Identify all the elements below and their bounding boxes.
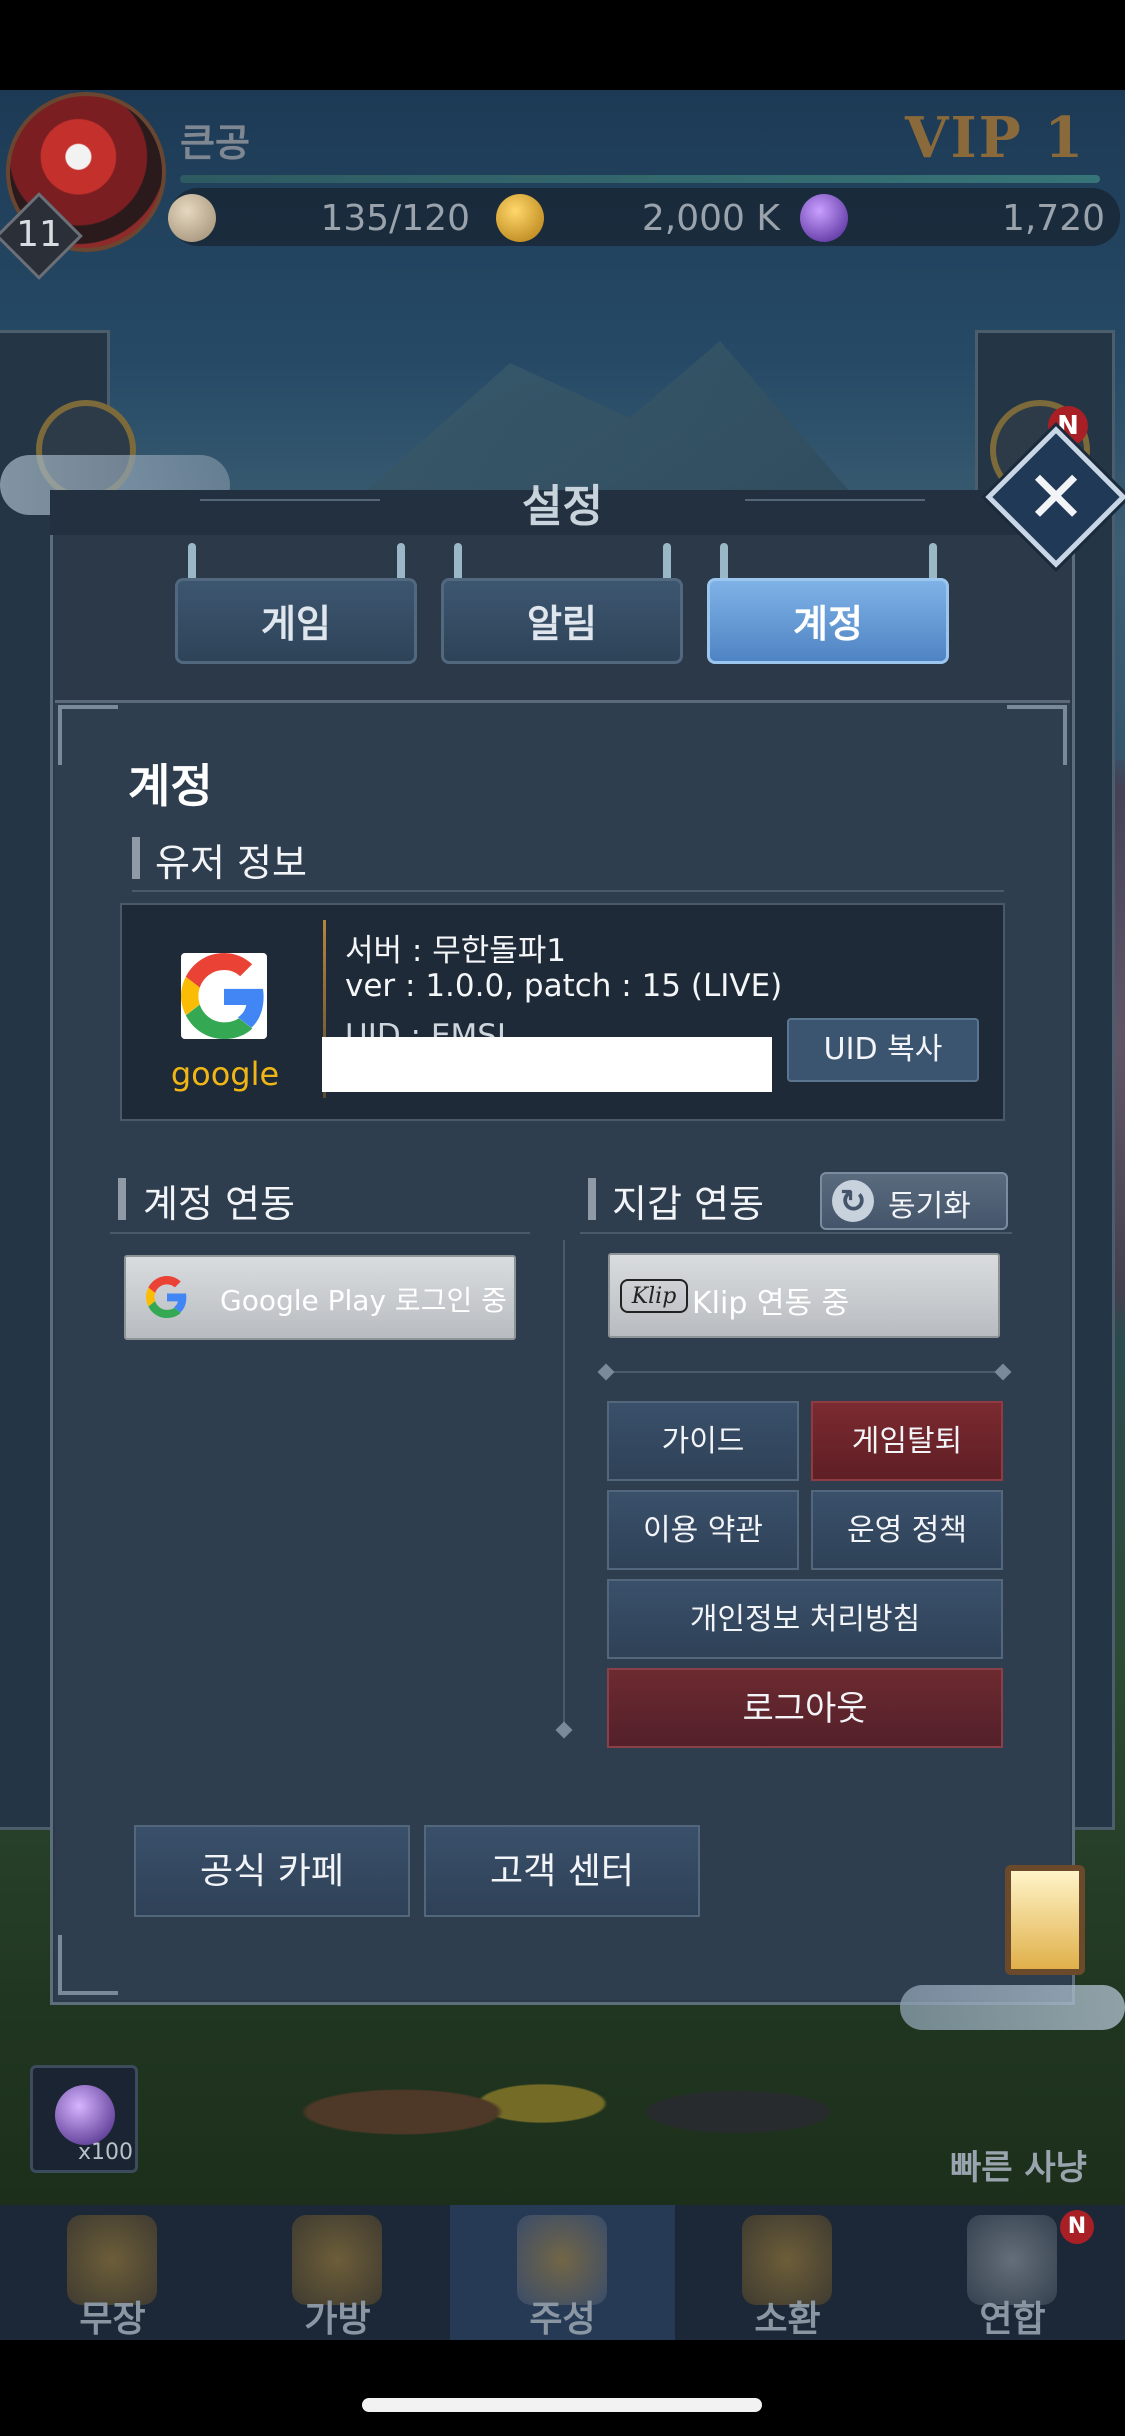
- logout-button[interactable]: 로그아웃: [607, 1668, 1003, 1748]
- provider-label: google: [170, 1055, 280, 1093]
- title-ornament: [745, 499, 925, 501]
- customer-center-button[interactable]: 고객 센터: [424, 1825, 700, 1917]
- divider: [110, 1232, 530, 1234]
- subsection-marker: [588, 1178, 596, 1220]
- uid-redaction: [322, 1037, 772, 1092]
- corner-ornament: [58, 1935, 118, 1995]
- divider: [132, 890, 1004, 892]
- google-icon: [181, 953, 264, 1039]
- nav-item-alliance[interactable]: 연합: [900, 2290, 1125, 2342]
- column-divider: [563, 1240, 565, 1730]
- vip-level[interactable]: VIP 1: [905, 105, 1085, 171]
- item-count: x100: [78, 2140, 134, 2165]
- gold-coin-icon: [496, 194, 544, 242]
- account-link-title: 계정 연동: [143, 1182, 295, 1226]
- nav-item-bag[interactable]: 가방: [225, 2290, 450, 2342]
- sync-label[interactable]: 동기화: [888, 1181, 971, 1225]
- corner-ornament: [1007, 705, 1067, 765]
- refresh-icon[interactable]: ↻: [832, 1180, 874, 1222]
- corner-ornament: [58, 705, 118, 765]
- stamina-icon: [168, 194, 216, 242]
- nav-item-summon[interactable]: 소환: [675, 2290, 900, 2342]
- gold-value: 2,000 K: [641, 198, 780, 239]
- tab-game[interactable]: 게임: [175, 578, 417, 664]
- new-badge: N: [1060, 2210, 1094, 2244]
- privacy-policy-button[interactable]: 개인정보 처리방침: [607, 1579, 1003, 1659]
- player-level: 11: [16, 214, 62, 255]
- lantern-icon: [1005, 1865, 1085, 1975]
- player-name: 큰공: [180, 121, 250, 165]
- close-icon[interactable]: ✕: [1006, 447, 1106, 547]
- orb-item-icon: [55, 2085, 115, 2145]
- klip-logo-icon: Klip: [620, 1279, 688, 1313]
- exp-bar: [180, 175, 1100, 183]
- nav-item-main[interactable]: 주성: [450, 2290, 675, 2342]
- withdraw-button[interactable]: 게임탈퇴: [811, 1401, 1003, 1481]
- version-info: ver : 1.0.0, patch : 15 (LIVE): [345, 968, 783, 1004]
- uid-copy-button[interactable]: UID 복사: [787, 1018, 979, 1082]
- klip-link-label[interactable]: Klip 연동 중: [692, 1278, 849, 1322]
- nav-item-general[interactable]: 무장: [0, 2290, 225, 2342]
- stamina-value: 135/120: [320, 198, 470, 239]
- terms-button[interactable]: 이용 약관: [607, 1490, 799, 1570]
- policy-button[interactable]: 운영 정책: [811, 1490, 1003, 1570]
- google-play-label[interactable]: Google Play 로그인 중: [220, 1279, 507, 1319]
- server-info: 서버 : 무한돌파1: [345, 933, 566, 969]
- home-indicator[interactable]: [362, 2398, 762, 2412]
- divider: [580, 1232, 1012, 1234]
- tab-account[interactable]: 계정: [707, 578, 949, 664]
- google-icon: [146, 1276, 187, 1318]
- gem-value: 1,720: [1001, 198, 1105, 239]
- hero-characters: [290, 2010, 850, 2180]
- subsection-marker: [132, 837, 140, 879]
- guide-button[interactable]: 가이드: [607, 1401, 799, 1481]
- divider: [612, 1371, 997, 1373]
- subsection-marker: [118, 1178, 126, 1220]
- cloud-decoration: [900, 1985, 1125, 2030]
- tab-notifications[interactable]: 알림: [441, 578, 683, 664]
- modal-title: 설정: [522, 481, 603, 532]
- gem-icon: [800, 194, 848, 242]
- official-cafe-button[interactable]: 공식 카페: [134, 1825, 410, 1917]
- section-title: 계정: [128, 759, 213, 813]
- wallet-link-title: 지갑 연동: [612, 1182, 764, 1226]
- title-ornament: [200, 499, 380, 501]
- user-info-title: 유저 정보: [155, 841, 307, 885]
- quick-hunt-button[interactable]: 빠른 사냥: [950, 2140, 1087, 2189]
